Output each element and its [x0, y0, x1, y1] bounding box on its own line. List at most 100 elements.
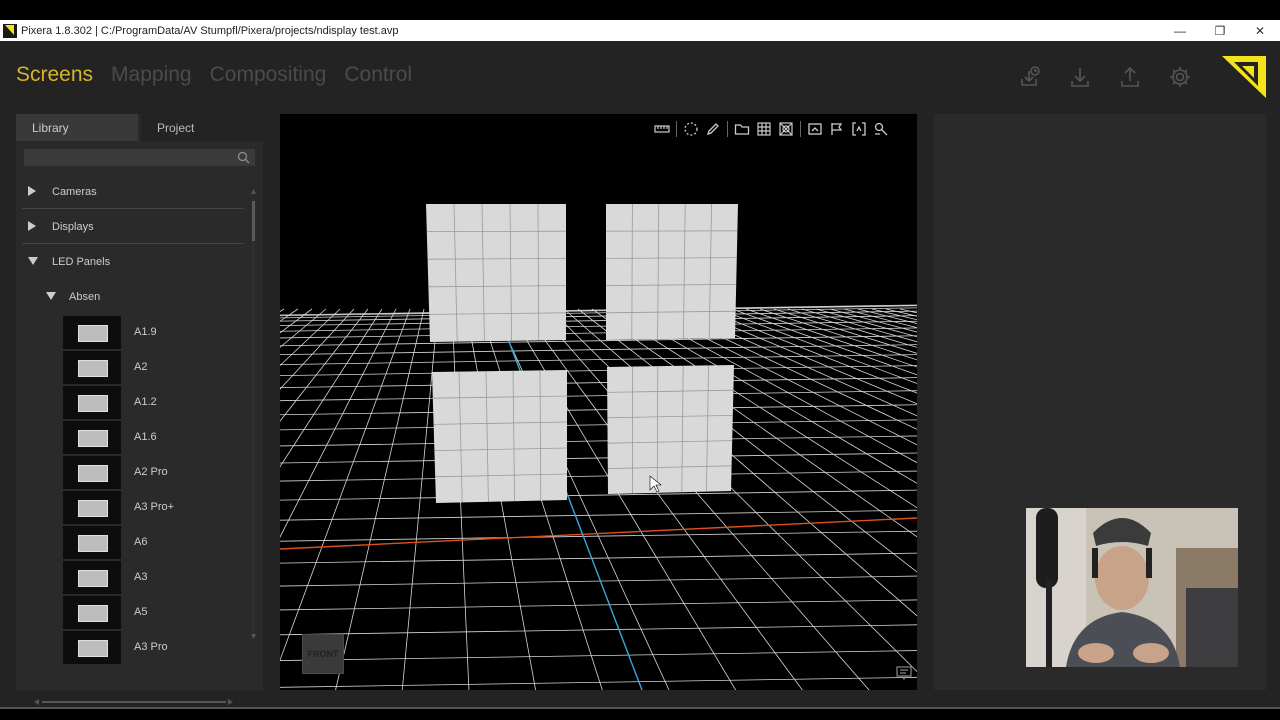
list-item[interactable]: A1.6	[63, 421, 253, 454]
led-panel-thumbnail	[63, 456, 121, 489]
minimize-button[interactable]: —	[1160, 20, 1200, 41]
grid-line	[280, 624, 917, 636]
tree-category-displays[interactable]: Displays	[16, 209, 246, 244]
tab-compositing[interactable]: Compositing	[210, 63, 327, 87]
gear-icon[interactable]	[1168, 65, 1192, 89]
scroll-down-icon[interactable]	[251, 634, 256, 639]
led-screen[interactable]	[432, 370, 568, 503]
led-screen-surface[interactable]	[432, 370, 567, 503]
led-screen-surface[interactable]	[606, 204, 738, 340]
list-item[interactable]: A1.2	[63, 386, 253, 419]
zoom-tool-icon[interactable]	[873, 121, 889, 137]
led-panel-thumbnail	[63, 386, 121, 419]
collapse-arrow-icon[interactable]	[28, 257, 38, 265]
tab-project[interactable]: Project	[141, 114, 263, 141]
pencil-icon[interactable]	[705, 121, 721, 137]
search-icon[interactable]	[237, 151, 250, 164]
library-vertical-scrollbar[interactable]	[251, 189, 256, 639]
download-icon[interactable]	[1068, 65, 1092, 89]
led-panel-name: A1.6	[134, 431, 157, 443]
led-panel-name: A1.9	[134, 326, 157, 338]
top-black-bar	[0, 0, 1280, 20]
list-item[interactable]: A2	[63, 351, 253, 384]
led-panel-thumbnail	[63, 491, 121, 524]
expand-arrow-icon[interactable]	[28, 221, 36, 231]
grid-line	[280, 308, 285, 312]
grid-line	[280, 435, 917, 447]
scrollbar-thumb[interactable]	[42, 701, 226, 703]
chat-icon[interactable]	[896, 666, 912, 680]
list-item[interactable]: A2 Pro	[63, 456, 253, 489]
ruler-icon[interactable]	[654, 121, 670, 137]
main-nav: Screens Mapping Compositing Control	[16, 63, 412, 87]
webcam-overlay	[1026, 508, 1238, 667]
grid-icon[interactable]	[756, 121, 772, 137]
view-cube[interactable]: FRONT	[302, 634, 344, 674]
grid-line	[280, 419, 917, 431]
list-item[interactable]: A3 Pro	[63, 631, 253, 664]
scroll-left-icon[interactable]	[34, 699, 39, 705]
tree-category-led-panels[interactable]: LED Panels	[16, 244, 246, 279]
folder-view-icon[interactable]	[734, 121, 750, 137]
fit-view-icon[interactable]	[778, 121, 794, 137]
led-panel-name: A3 Pro+	[134, 501, 175, 513]
grid-line	[280, 390, 917, 402]
3d-viewport[interactable]: FRONT	[280, 114, 917, 690]
expand-arrow-icon[interactable]	[28, 186, 36, 196]
tree-manufacturer-absen[interactable]: Absen	[16, 279, 246, 314]
download-history-icon[interactable]	[1018, 65, 1042, 89]
collapse-arrow-icon[interactable]	[46, 292, 56, 300]
grid-line	[280, 650, 917, 661]
led-screen-surface[interactable]	[607, 365, 734, 494]
snapshot-icon[interactable]	[807, 121, 823, 137]
grid-line	[280, 365, 917, 376]
tab-mapping[interactable]: Mapping	[111, 63, 192, 87]
led-screen-surface[interactable]	[426, 204, 566, 342]
list-item[interactable]: A3	[63, 561, 253, 594]
led-screen[interactable]	[605, 203, 738, 340]
grid-line	[280, 552, 917, 564]
grid-line	[280, 452, 917, 464]
led-screen[interactable]	[607, 365, 734, 494]
grid-line	[280, 599, 917, 611]
library-panel: Library Project Cameras Displays LED Pan…	[16, 114, 263, 720]
tab-library[interactable]: Library	[16, 114, 138, 141]
led-panel-name: A1.2	[134, 396, 157, 408]
grid-line	[280, 377, 917, 389]
library-search-input[interactable]	[24, 149, 255, 166]
library-horizontal-scrollbar[interactable]	[34, 698, 234, 706]
scrollbar-thumb[interactable]	[252, 201, 255, 241]
list-item[interactable]: A5	[63, 596, 253, 629]
toolbar-divider	[800, 121, 801, 137]
led-panel-thumbnail	[63, 421, 121, 454]
pixera-logo	[1222, 56, 1266, 98]
3d-scene[interactable]	[280, 114, 917, 690]
scroll-right-icon[interactable]	[228, 699, 233, 705]
list-item[interactable]: A6	[63, 526, 253, 559]
list-item[interactable]: A1.9	[63, 316, 253, 349]
tab-control[interactable]: Control	[344, 63, 412, 87]
grid-line	[280, 354, 917, 366]
window-titlebar[interactable]: Pixera 1.8.302 | C:/ProgramData/AV Stump…	[0, 20, 1280, 41]
tree-category-label: Displays	[52, 221, 94, 233]
toolbar-divider	[676, 121, 677, 137]
led-panel-thumbnail	[63, 561, 121, 594]
grid-line	[280, 489, 917, 501]
led-screen[interactable]	[426, 203, 567, 342]
tab-screens[interactable]: Screens	[16, 63, 93, 87]
scrollbar-track[interactable]	[252, 199, 255, 634]
led-panel-name: A6	[134, 536, 148, 548]
tree-category-cameras[interactable]: Cameras	[16, 174, 246, 209]
lasso-select-icon[interactable]	[683, 121, 699, 137]
close-button[interactable]: ✕	[1240, 20, 1280, 41]
led-panel-thumbnail	[63, 351, 121, 384]
flag-icon[interactable]	[829, 121, 845, 137]
tree-manufacturer-label: Absen	[69, 291, 101, 303]
list-item[interactable]: A3 Pro+	[63, 491, 253, 524]
upload-icon[interactable]	[1118, 65, 1142, 89]
led-panel-name: A3 Pro	[134, 641, 168, 653]
restore-button[interactable]: ❐	[1200, 20, 1240, 41]
frame-icon[interactable]	[851, 121, 867, 137]
scroll-up-icon[interactable]	[251, 189, 256, 194]
top-toolbar	[1018, 65, 1192, 89]
